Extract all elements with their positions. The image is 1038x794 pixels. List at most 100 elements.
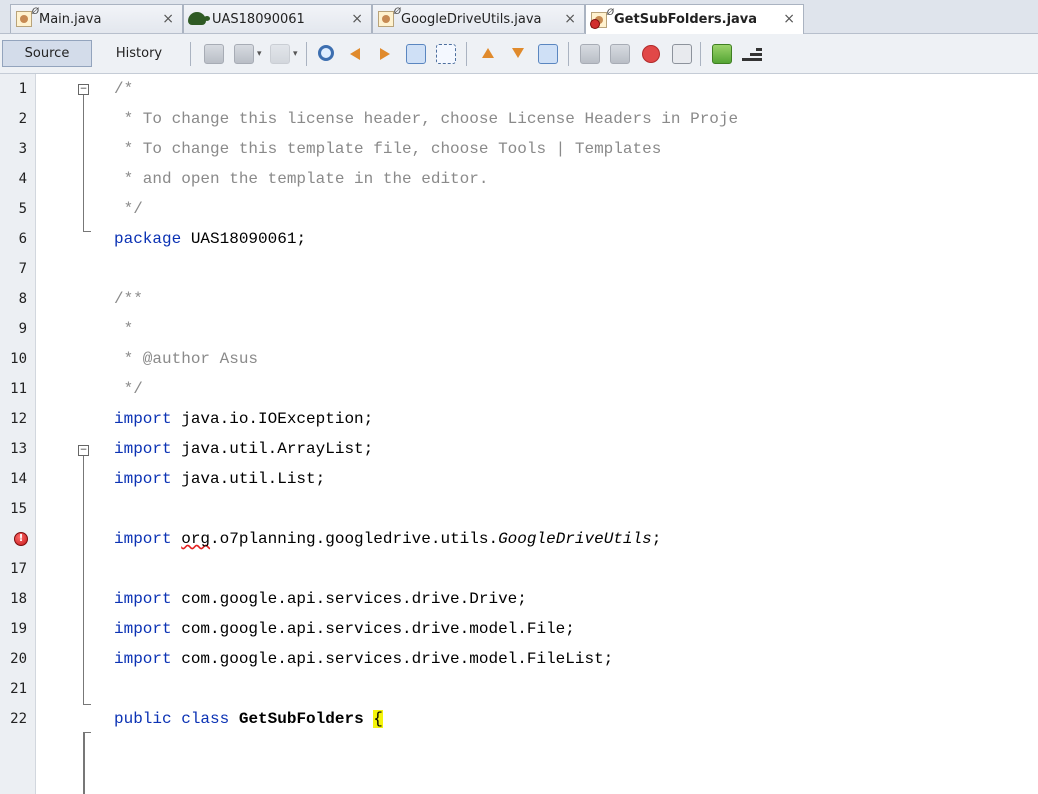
line-number: 4: [18, 171, 27, 187]
code-line[interactable]: import java.io.IOException;: [114, 404, 373, 434]
fold-collapse-icon[interactable]: −: [78, 84, 89, 95]
line-number: 8: [18, 291, 27, 307]
fold-collapse-icon[interactable]: −: [78, 445, 89, 456]
code-line[interactable]: * and open the template in the editor.: [114, 164, 489, 194]
toolbar-separator: [306, 42, 307, 66]
tab-label: GetSubFolders.java: [614, 12, 758, 27]
record-macro-icon[interactable]: [642, 45, 660, 63]
line-number: 1: [18, 81, 27, 97]
code-token: * and open the template in the editor.: [114, 170, 489, 188]
java-file-error-icon: Ø: [590, 8, 614, 30]
code-line[interactable]: */: [114, 374, 143, 404]
code-line[interactable]: /*: [114, 74, 133, 104]
tab-label: UAS18090061: [212, 11, 305, 27]
line-number: 18: [10, 591, 27, 607]
find-previous-icon[interactable]: [346, 44, 366, 64]
code-line[interactable]: * @author Asus: [114, 344, 258, 374]
code-line[interactable]: * To change this template file, choose T…: [114, 134, 662, 164]
code-token: * To change this license header, choose …: [114, 110, 739, 128]
toolbar-separator: [190, 42, 191, 66]
close-icon[interactable]: ×: [564, 11, 576, 27]
code-token: import: [114, 530, 172, 548]
code-token: {: [373, 710, 383, 728]
line-number: 2: [18, 111, 27, 127]
code-line[interactable]: package UAS18090061;: [114, 224, 306, 254]
fold-guide-end: [83, 732, 91, 733]
code-token: .o7planning.googledrive.utils.: [210, 530, 499, 548]
code-token: *: [114, 320, 134, 338]
code-token: java.util.List;: [171, 470, 326, 488]
line-number: 22: [10, 711, 27, 727]
code-token: java.io.IOException;: [171, 410, 374, 428]
code-line[interactable]: import com.google.api.services.drive.mod…: [114, 614, 575, 644]
tab-main-java[interactable]: Ø Main.java ×: [10, 4, 183, 33]
shift-right-icon[interactable]: [610, 44, 630, 64]
java-file-icon: Ø: [377, 7, 401, 29]
line-number: 13: [10, 441, 27, 457]
tab-label: Main.java: [39, 11, 102, 27]
code-token: public: [114, 710, 172, 728]
comment-icon[interactable]: [712, 44, 732, 64]
code-token: org: [181, 530, 211, 548]
close-icon[interactable]: ×: [351, 11, 363, 27]
code-line[interactable]: /**: [114, 284, 143, 314]
code-token: */: [114, 200, 143, 218]
tab-uas18090061[interactable]: UAS18090061 ×: [183, 4, 372, 33]
line-number: 3: [18, 141, 27, 157]
line-number: 19: [10, 621, 27, 637]
code-token: * To change this template file, choose T…: [114, 140, 662, 158]
line-number: 21: [10, 681, 27, 697]
code-line[interactable]: */: [114, 194, 143, 224]
tab-googledriveutils-java[interactable]: Ø GoogleDriveUtils.java ×: [372, 4, 585, 33]
previous-bookmark-icon[interactable]: [478, 44, 498, 64]
chevron-down-icon[interactable]: ▾: [257, 49, 262, 59]
code-line[interactable]: public class GetSubFolders {: [114, 704, 383, 734]
history-view-button[interactable]: History: [100, 40, 178, 67]
turtle-project-icon: [188, 9, 210, 29]
code-line[interactable]: import org.o7planning.googledrive.utils.…: [114, 524, 661, 554]
rectangular-selection-icon[interactable]: [436, 44, 456, 64]
forward-icon[interactable]: [270, 44, 290, 64]
toolbar-separator: [568, 42, 569, 66]
last-edit-icon[interactable]: [204, 44, 224, 64]
shift-left-icon[interactable]: [580, 44, 600, 64]
find-icon[interactable]: [318, 45, 334, 61]
toggle-bookmark-icon[interactable]: [538, 44, 558, 64]
code-token: /*: [114, 80, 134, 98]
line-number: 6: [18, 231, 27, 247]
code-token: UAS18090061;: [181, 230, 307, 248]
code-line[interactable]: *: [114, 314, 134, 344]
close-icon[interactable]: ×: [162, 11, 174, 27]
code-line[interactable]: * To change this license header, choose …: [114, 104, 739, 134]
error-icon[interactable]: !: [14, 532, 28, 546]
back-icon[interactable]: [234, 44, 254, 64]
code-token: import: [114, 440, 172, 458]
code-token: package: [114, 230, 182, 248]
source-view-button[interactable]: Source: [2, 40, 92, 67]
fold-guide: [83, 732, 85, 794]
code-line[interactable]: import com.google.api.services.drive.Dri…: [114, 584, 527, 614]
fold-guide-end: [83, 704, 91, 705]
toolbar-separator: [466, 42, 467, 66]
uncomment-icon[interactable]: [742, 44, 762, 64]
find-next-icon[interactable]: [376, 44, 396, 64]
line-number: 11: [10, 381, 27, 397]
chevron-down-icon[interactable]: ▾: [293, 49, 298, 59]
stop-macro-icon[interactable]: [672, 44, 692, 64]
code-line[interactable]: import java.util.List;: [114, 464, 325, 494]
fold-guide: [83, 95, 84, 231]
code-line[interactable]: import com.google.api.services.drive.mod…: [114, 644, 613, 674]
code-line[interactable]: import java.util.ArrayList;: [114, 434, 373, 464]
toggle-highlight-icon[interactable]: [406, 44, 426, 64]
next-bookmark-icon[interactable]: [508, 44, 528, 64]
close-icon[interactable]: ×: [783, 11, 795, 27]
code-editor[interactable]: 1 2 3 4 5 6 7 8 9 10 11 12 13 14 15! 17 18 19 20 21 22 − − /…: [0, 74, 1038, 794]
code-token: import: [114, 410, 172, 428]
code-token: import: [114, 470, 172, 488]
fold-column: − −: [36, 74, 91, 794]
code-token: GetSubFolders: [238, 710, 364, 728]
tab-getsubfolders-java[interactable]: Ø GetSubFolders.java ×: [585, 4, 804, 34]
